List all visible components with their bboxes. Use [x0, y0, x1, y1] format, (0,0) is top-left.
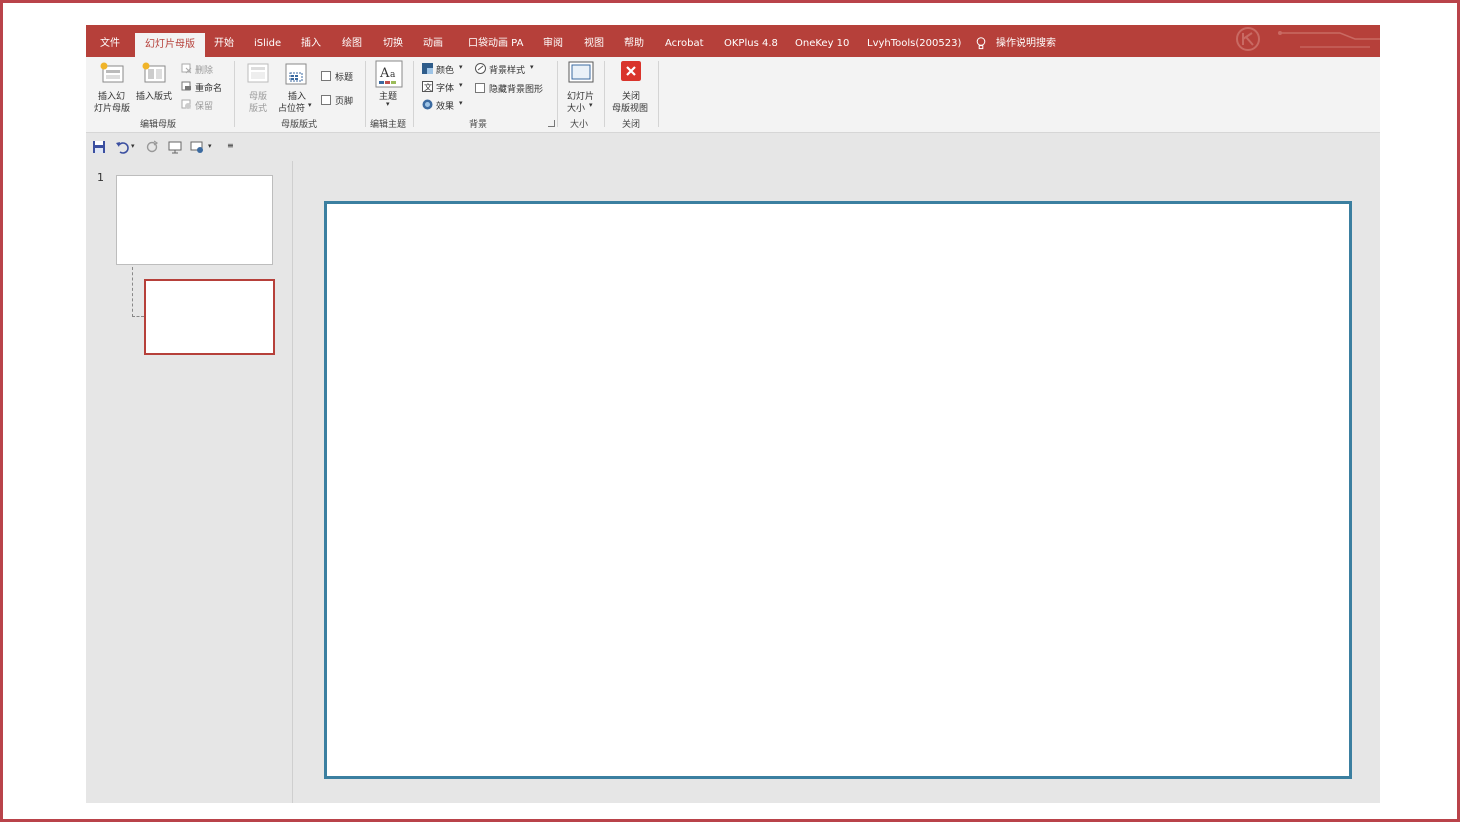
- chevron-down-icon: ▾: [530, 63, 534, 71]
- colors-dropdown[interactable]: 颜色: [436, 63, 454, 76]
- master-layout-label-2: 版式: [249, 104, 268, 114]
- ribbon-separator: [413, 61, 414, 127]
- tab-transitions[interactable]: 切换: [383, 25, 403, 57]
- start-slideshow-icon[interactable]: [168, 140, 182, 154]
- tab-onekey[interactable]: OneKey 10: [795, 25, 849, 57]
- chevron-down-icon: ▾: [459, 63, 463, 71]
- master-layout-connector: [132, 267, 144, 317]
- decorative-circuit-icon: [1236, 27, 1380, 51]
- tab-okplus[interactable]: OKPlus 4.8: [724, 25, 778, 57]
- svg-text:a: a: [390, 70, 396, 80]
- slide-editing-canvas[interactable]: [324, 201, 1352, 779]
- chevron-down-icon: ▾: [386, 100, 390, 108]
- fonts-icon: 文: [422, 81, 433, 92]
- group-label-master-layout: 母版版式: [281, 120, 318, 130]
- ribbon-separator: [557, 61, 558, 127]
- chevron-down-icon: ▾: [589, 101, 593, 109]
- tab-slide-master[interactable]: 幻灯片母版: [135, 33, 205, 57]
- save-icon[interactable]: [92, 140, 106, 154]
- chevron-down-icon[interactable]: ▾: [131, 142, 135, 150]
- group-label-edit-master: 编辑母版: [140, 120, 177, 130]
- title-checkbox-label: 标题: [335, 73, 354, 83]
- slide-number: 1: [97, 171, 104, 184]
- insert-placeholder-icon: [285, 63, 307, 85]
- rename-button[interactable]: 重命名: [195, 81, 222, 94]
- ribbon-separator: [365, 61, 366, 127]
- background-styles-icon: [475, 63, 486, 74]
- slide-size-icon: [568, 61, 594, 83]
- colors-icon: [422, 63, 433, 74]
- delete-button[interactable]: 删除: [195, 63, 213, 76]
- svg-text:A: A: [379, 66, 390, 81]
- present-online-icon[interactable]: [190, 140, 204, 154]
- footer-checkbox-label: 页脚: [335, 97, 354, 107]
- insert-master-label-2: 灯片母版: [94, 104, 131, 114]
- footer-checkbox[interactable]: [321, 95, 331, 105]
- preserve-button[interactable]: 保留: [195, 99, 213, 112]
- lightbulb-icon: [976, 37, 986, 50]
- master-layout-icon: [247, 63, 269, 83]
- background-styles-dropdown[interactable]: 背景样式: [489, 63, 525, 76]
- delete-icon: [181, 63, 192, 74]
- tab-acrobat[interactable]: Acrobat: [665, 25, 704, 57]
- slide-size-label-2: 大小: [567, 104, 586, 114]
- group-label-background: 背景: [469, 120, 488, 130]
- tab-view[interactable]: 视图: [584, 25, 604, 57]
- layout-thumbnail-selected[interactable]: [144, 279, 275, 355]
- tab-home[interactable]: 开始: [214, 25, 234, 57]
- undo-icon[interactable]: [115, 140, 129, 154]
- chevron-down-icon: ▾: [459, 81, 463, 89]
- insert-layout-label: 插入版式: [136, 92, 173, 102]
- tab-animations[interactable]: 动画: [423, 25, 443, 57]
- tab-pocket-animation[interactable]: 口袋动画 PA: [468, 25, 523, 57]
- title-checkbox[interactable]: [321, 71, 331, 81]
- ribbon-tab-bar: 文件 幻灯片母版 开始 iSlide 插入 绘图 切换 动画 口袋动画 PA 审…: [86, 25, 1380, 57]
- fonts-dropdown[interactable]: 字体: [436, 81, 454, 94]
- insert-slide-master-icon: [100, 62, 124, 83]
- powerpoint-window: 文件 幻灯片母版 开始 iSlide 插入 绘图 切换 动画 口袋动画 PA 审…: [86, 25, 1380, 803]
- tab-help[interactable]: 帮助: [624, 25, 644, 57]
- tab-insert[interactable]: 插入: [301, 25, 321, 57]
- effects-dropdown[interactable]: 效果: [436, 99, 454, 112]
- svg-text:文: 文: [424, 82, 432, 92]
- tab-file[interactable]: 文件: [100, 25, 120, 57]
- hide-background-graphics-checkbox[interactable]: [475, 83, 485, 93]
- quick-access-toolbar: ▾ ▾ ≡: [86, 134, 1380, 160]
- rename-icon: [181, 81, 191, 91]
- theme-icon: A a: [375, 60, 403, 88]
- customize-toolbar-icon[interactable]: ≡: [227, 141, 234, 150]
- tell-me-search[interactable]: 操作说明搜索: [996, 25, 1056, 57]
- group-label-close: 关闭: [622, 120, 641, 130]
- slide-thumbnail-pane: 1: [86, 161, 293, 803]
- ribbon-separator: [604, 61, 605, 127]
- tab-islide[interactable]: iSlide: [254, 25, 281, 57]
- slide-master-thumbnail[interactable]: [116, 175, 273, 265]
- ribbon: 插入幻 灯片母版 插入版式 删除 重命名 保留 编辑母版 母版 版式 插入 占位…: [86, 57, 1380, 133]
- tab-lvyhtools[interactable]: LvyhTools(200523): [867, 25, 961, 57]
- ribbon-separator: [658, 61, 659, 127]
- outer-frame: 文件 幻灯片母版 开始 iSlide 插入 绘图 切换 动画 口袋动画 PA 审…: [0, 0, 1460, 822]
- effects-icon: [422, 99, 433, 110]
- insert-layout-icon: [142, 62, 166, 83]
- close-icon: [621, 61, 641, 81]
- group-label-edit-theme: 编辑主题: [370, 120, 407, 130]
- tab-draw[interactable]: 绘图: [342, 25, 362, 57]
- preserve-icon: [181, 99, 191, 109]
- chevron-down-icon: ▾: [459, 99, 463, 107]
- chevron-down-icon: ▾: [308, 101, 312, 109]
- chevron-down-icon[interactable]: ▾: [208, 142, 212, 150]
- ribbon-separator: [234, 61, 235, 127]
- redo-icon[interactable]: [145, 140, 159, 154]
- close-master-label-2: 母版视图: [612, 104, 649, 114]
- hide-background-graphics-label: 隐藏背景图形: [489, 85, 544, 95]
- group-label-size: 大小: [570, 120, 589, 130]
- tab-review[interactable]: 审阅: [543, 25, 563, 57]
- background-dialog-launcher[interactable]: [548, 120, 555, 127]
- insert-placeholder-label-2: 占位符: [278, 104, 306, 114]
